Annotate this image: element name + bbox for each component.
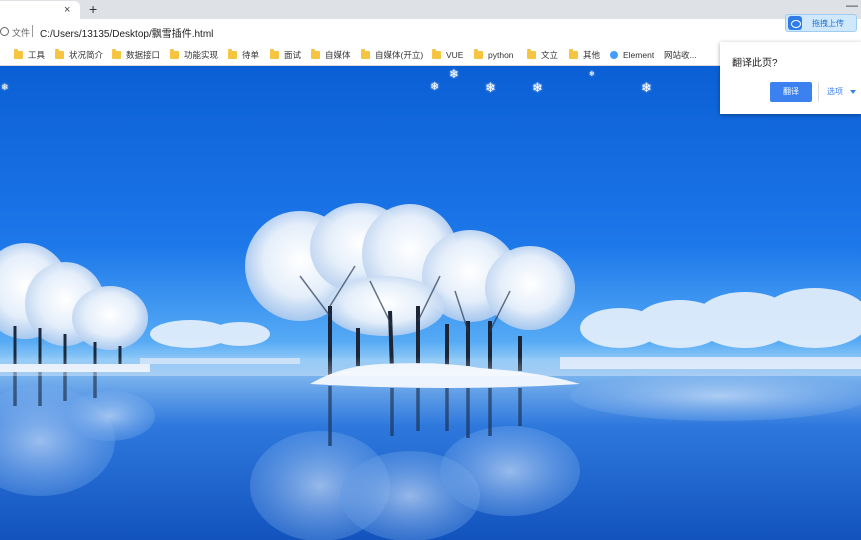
bookmark-label: 功能实现: [184, 50, 219, 60]
new-tab-button[interactable]: +: [89, 0, 97, 19]
bookmark-label: python: [488, 50, 514, 60]
extension-upload-button[interactable]: 拖拽上传: [785, 14, 857, 32]
bookmark-item[interactable]: 其他: [569, 49, 600, 61]
snowflake-icon: ❄: [1, 82, 9, 92]
folder-icon: [112, 49, 121, 59]
bookmark-item[interactable]: Element: [610, 49, 654, 61]
tab-strip: × + —: [0, 0, 861, 19]
folder-icon: [270, 49, 279, 59]
bookmark-item[interactable]: 工具: [14, 49, 45, 61]
active-tab[interactable]: ×: [0, 1, 80, 19]
bookmark-item[interactable]: 状况简介: [55, 49, 103, 61]
folder-icon: [311, 49, 320, 59]
bookmark-label: 其他: [583, 50, 601, 60]
bookmark-item[interactable]: 数据接口: [112, 49, 160, 61]
folder-icon: [569, 49, 578, 59]
translate-title: 翻译此页?: [732, 58, 778, 69]
extension-label: 拖拽上传: [812, 19, 844, 28]
bookmark-label: Element: [623, 50, 655, 60]
translate-button[interactable]: 翻译: [770, 82, 812, 102]
folder-icon: [474, 49, 483, 59]
bookmark-item[interactable]: 自媒体: [311, 49, 351, 61]
folder-icon: [361, 49, 370, 59]
snowflake-icon: ❄: [449, 67, 460, 81]
bookmark-label: 待单: [242, 50, 260, 60]
bookmark-label: 数据接口: [126, 50, 161, 60]
bookmark-label: VUE: [446, 50, 464, 60]
address-divider: [32, 25, 33, 37]
bookmark-item[interactable]: 自媒体(开立): [361, 49, 423, 61]
left-grove: [0, 243, 150, 372]
folder-icon: [170, 49, 179, 59]
snowflake-icon: ❄: [532, 80, 543, 95]
folder-icon: [527, 49, 536, 59]
snowflake-icon: ❄: [430, 81, 440, 93]
bookmark-label: 面试: [284, 50, 302, 60]
translate-popup: 翻译此页? 翻译 选项: [720, 42, 861, 114]
security-label: 文件: [12, 28, 31, 38]
bookmark-item[interactable]: 待单: [228, 49, 259, 61]
folder-icon: [228, 49, 237, 59]
reflections: [0, 371, 861, 540]
snowflake-icon: ❄: [485, 80, 496, 95]
url-text[interactable]: C:/Users/13135/Desktop/飘雪插件.html: [40, 25, 213, 40]
folder-icon: [55, 49, 64, 59]
bookmark-item[interactable]: 文立: [527, 49, 558, 61]
info-icon[interactable]: [0, 27, 9, 36]
tab-close-icon[interactable]: ×: [64, 2, 70, 18]
translate-options-button[interactable]: 选项: [818, 82, 858, 102]
bookmark-label: 自媒体: [325, 50, 351, 60]
minimize-button[interactable]: —: [846, 0, 858, 12]
snow-scene: ❄ ❄ ❄ ❄ ❄ ❄ ❄: [0, 66, 861, 540]
bookmark-item[interactable]: 功能实现: [170, 49, 218, 61]
bookmark-label: 网站收...: [664, 50, 697, 60]
baidu-cloud-icon: [788, 16, 802, 30]
snowflake-icon: ❄: [641, 80, 652, 95]
landscape-illustration: [0, 203, 861, 540]
bookmark-item[interactable]: VUE: [432, 49, 463, 61]
folder-icon: [432, 49, 441, 59]
bookmark-label: 文立: [541, 50, 559, 60]
bookmark-item[interactable]: 网站收...: [664, 49, 697, 61]
folder-icon: [14, 49, 23, 59]
bookmark-label: 状况简介: [69, 50, 104, 60]
element-icon: [610, 51, 618, 59]
snowflake-icon: ❄: [589, 71, 595, 78]
bookmark-label: 工具: [28, 50, 46, 60]
bookmark-label: 自媒体(开立): [375, 50, 424, 60]
bookmark-item[interactable]: 面试: [270, 49, 301, 61]
bookmark-item[interactable]: python: [474, 49, 514, 61]
